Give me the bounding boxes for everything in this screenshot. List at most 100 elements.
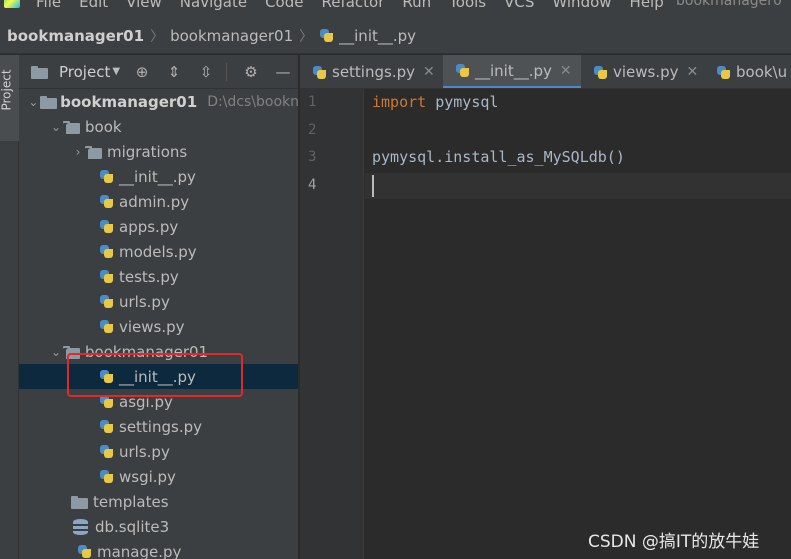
- menu-bar: File Edit View Navigate Code Refactor Ru…: [0, 0, 791, 18]
- chevron-right-icon: 〉: [150, 28, 165, 45]
- tree-item-migrations[interactable]: › migrations: [19, 139, 298, 164]
- tree-item-label: wsgi.py: [119, 467, 176, 486]
- tree-item-path: D:\dcs\bookn: [207, 93, 299, 110]
- tree-item-selected-init[interactable]: __init__.py: [19, 364, 298, 389]
- tree-item-pkg-urls[interactable]: urls.py: [19, 439, 298, 464]
- collapse-all-icon[interactable]: ⇳: [198, 64, 214, 80]
- close-icon[interactable]: ✕: [423, 64, 435, 80]
- window-title: bookmanager0: [676, 0, 782, 9]
- tree-item-label: asgi.py: [119, 392, 173, 411]
- tab-views[interactable]: views.py ✕: [581, 55, 704, 88]
- python-file-icon: [99, 419, 114, 434]
- project-tool-tab-label: Project: [0, 69, 14, 111]
- tab-label: book\u: [736, 63, 788, 81]
- gear-icon[interactable]: ⚙: [243, 64, 259, 80]
- tree-item-label: admin.py: [119, 192, 190, 211]
- breadcrumb-file[interactable]: __init__.py: [339, 27, 416, 45]
- breadcrumb-folder[interactable]: bookmanager01: [170, 27, 293, 45]
- folder-icon: [71, 495, 88, 509]
- tree-item-project-root[interactable]: ⌄ bookmanager01 D:\dcs\bookn: [19, 89, 299, 114]
- menu-edit[interactable]: Edit: [79, 0, 108, 11]
- tab-book-urls[interactable]: book\u: [704, 55, 791, 88]
- expand-all-icon[interactable]: ⇕: [166, 64, 182, 80]
- text-cursor: [372, 175, 374, 197]
- python-file-icon: [99, 169, 114, 184]
- tree-item-models[interactable]: models.py: [19, 239, 298, 264]
- tool-window-strip: Project: [0, 55, 19, 559]
- line-number: 4: [308, 177, 317, 193]
- tab-label: settings.py: [332, 63, 415, 81]
- tree-item-label: bookmanager01: [85, 342, 209, 361]
- line-number: 3: [308, 149, 317, 165]
- menu-help[interactable]: Help: [630, 0, 664, 11]
- tree-item-apps[interactable]: apps.py: [19, 214, 298, 239]
- tree-item-book[interactable]: ⌄ book: [19, 114, 298, 139]
- divider: [226, 62, 228, 81]
- close-icon[interactable]: ✕: [560, 63, 572, 79]
- tree-item-book-init[interactable]: __init__.py: [19, 164, 298, 189]
- current-line-highlight: [365, 173, 791, 199]
- tree-item-label: templates: [93, 492, 169, 511]
- code-editor[interactable]: import pymysql pymysql.install_as_MySQLd…: [365, 89, 791, 559]
- python-file-icon: [99, 269, 114, 284]
- menu-refactor[interactable]: Refactor: [321, 0, 384, 11]
- code-line-3: pymysql.install_as_MySQLdb(): [372, 148, 625, 166]
- tree-item-book-urls[interactable]: urls.py: [19, 289, 298, 314]
- tab-init-active[interactable]: __init__.py ✕: [443, 55, 581, 88]
- tree-item-bookmanager01-pkg[interactable]: ⌄ bookmanager01: [19, 339, 298, 364]
- tree-item-admin[interactable]: admin.py: [19, 189, 298, 214]
- menu-view[interactable]: View: [126, 0, 162, 11]
- close-icon[interactable]: ✕: [687, 64, 699, 80]
- chevron-right-icon: 〉: [299, 28, 314, 45]
- menu-file[interactable]: File: [36, 0, 61, 11]
- hide-panel-icon[interactable]: —: [275, 64, 291, 80]
- line-number: 2: [308, 122, 317, 138]
- python-file-icon: [455, 63, 470, 78]
- tree-item-asgi[interactable]: asgi.py: [19, 389, 298, 414]
- chevron-right-icon[interactable]: ›: [71, 145, 85, 159]
- tree-item-wsgi[interactable]: wsgi.py: [19, 464, 298, 489]
- python-file-icon: [77, 544, 92, 559]
- tree-item-label: urls.py: [119, 292, 170, 311]
- tree-item-templates[interactable]: templates: [19, 489, 298, 514]
- python-file-icon: [593, 65, 608, 80]
- menu-tools[interactable]: Tools: [449, 0, 486, 11]
- keyword-import: import: [372, 93, 427, 111]
- menu-vcs[interactable]: VCS: [504, 0, 534, 11]
- python-file-icon: [716, 65, 731, 80]
- chevron-down-icon[interactable]: ⌄: [49, 345, 63, 359]
- pycharm-logo-icon: [4, 0, 20, 8]
- python-file-icon: [99, 369, 114, 384]
- tree-item-label: __init__.py: [119, 167, 196, 186]
- tree-item-label: settings.py: [119, 417, 202, 436]
- database-icon: [73, 518, 88, 535]
- tree-item-tests[interactable]: tests.py: [19, 264, 298, 289]
- menu-code[interactable]: Code: [265, 0, 303, 11]
- chevron-down-icon[interactable]: ⌄: [49, 120, 63, 134]
- python-file-icon: [99, 444, 114, 459]
- tree-item-views[interactable]: views.py: [19, 314, 298, 339]
- tree-item-label: __init__.py: [119, 367, 196, 386]
- chevron-down-icon[interactable]: ⌄: [27, 95, 40, 109]
- code-line-1: import pymysql: [372, 93, 498, 111]
- menu-window[interactable]: Window: [552, 0, 611, 11]
- tab-label: __init__.py: [475, 61, 552, 80]
- python-file-icon: [312, 65, 327, 80]
- locate-file-icon[interactable]: ⊕: [134, 64, 150, 80]
- project-panel: Project ▼ ⊕ ⇕ ⇳ ⚙ — ⌄ bookmanager01 D:\d…: [19, 55, 299, 559]
- tab-settings[interactable]: settings.py ✕: [300, 55, 443, 88]
- tab-label: views.py: [613, 63, 679, 81]
- tree-item-settings[interactable]: settings.py: [19, 414, 298, 439]
- tree-item-manage[interactable]: manage.py: [19, 539, 298, 559]
- project-tool-tab[interactable]: Project: [0, 55, 19, 141]
- tree-item-label: views.py: [119, 317, 185, 336]
- caret-down-icon[interactable]: ▼: [112, 66, 120, 77]
- python-file-icon: [99, 194, 114, 209]
- tree-item-db[interactable]: db.sqlite3: [19, 514, 298, 539]
- python-file-icon: [99, 319, 114, 334]
- menu-navigate[interactable]: Navigate: [180, 0, 247, 11]
- project-view-selector[interactable]: Project: [59, 63, 110, 81]
- breadcrumb-root[interactable]: bookmanager01: [7, 27, 144, 45]
- menu-run[interactable]: Run: [402, 0, 431, 11]
- module-name: pymysql: [426, 93, 499, 111]
